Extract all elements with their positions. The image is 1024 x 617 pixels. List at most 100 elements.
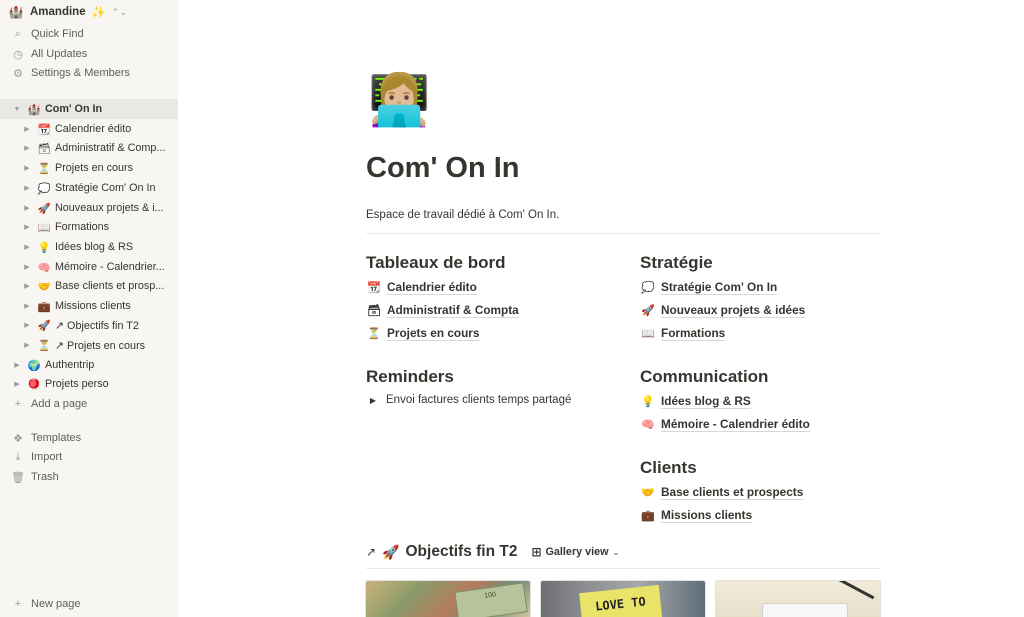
gallery-card[interactable] [715,580,881,617]
page-description[interactable]: Espace de travail dédié à Com' On In. [366,209,559,221]
chevron-right-icon[interactable]: ▶ [22,321,32,329]
plus-icon: + [14,598,22,610]
chevron-right-icon[interactable]: ▶ [22,341,32,349]
banknote-image: 100 [454,582,528,617]
calendar-icon: 📆 [367,282,381,294]
link-nouveaux-projets[interactable]: 🚀 Nouveaux projets & idées [640,299,890,322]
sidebar-item-label: Formations [55,221,110,233]
view-switcher[interactable]: ⊞ Gallery view ⌄ [531,545,619,559]
page-emoji-icon: 🗃 [37,142,51,155]
chevron-right-icon[interactable]: ▶ [22,263,32,271]
page-emoji-icon: 🧠 [37,261,51,274]
sidebar-item[interactable]: ▶ 🚀 ↗ Objectifs fin T2 [0,315,178,335]
handshake-icon: 🤝 [641,487,655,499]
sidebar-item[interactable]: ▶ ⏳ Projets en cours [0,158,178,178]
sidebar-item-label: Projets en cours [55,162,134,174]
new-page-button[interactable]: + New page [0,594,178,614]
link-label: Projets en cours [387,326,480,341]
import-item[interactable]: ⤓ Import [0,447,178,467]
sidebar-item[interactable]: ▶ ⏳ ↗ Projets en cours [0,335,178,355]
sidebar-item[interactable]: ▶ 📖 Formations [0,217,178,237]
linked-database-header: ↗ 🚀 Objectifs fin T2 ⊞ Gallery view ⌄ [366,540,619,564]
chevron-down-icon[interactable]: ▼ [12,106,22,113]
toggle-label: Envoi factures clients temps partagé [386,394,572,406]
all-updates-label: All Updates [31,48,88,60]
lightbulb-icon: 💡 [641,396,655,408]
all-updates-item[interactable]: ◷ All Updates [0,44,178,64]
trash-icon: 🗑 [11,471,25,484]
add-page-item[interactable]: + Add a page [0,394,178,414]
chevron-right-icon[interactable]: ▶ [22,302,32,310]
sparkle-icon: ✨ [91,7,106,19]
sidebar-item-label: Calendrier édito [55,123,132,135]
chevron-right-icon[interactable]: ▶ [22,144,32,152]
chevron-right-icon[interactable]: ▶ [12,380,22,388]
link-base-clients[interactable]: 🤝 Base clients et prospects [640,481,890,504]
brain-icon: 🧠 [641,419,655,431]
chevron-right-icon[interactable]: ▶ [22,164,32,172]
toggle-envoi-factures[interactable]: ▶ Envoi factures clients temps partagé [366,390,616,410]
import-label: Import [31,451,63,463]
page-emoji-icon: 🚀 [37,319,51,332]
chevron-right-icon[interactable]: ▶ [22,204,32,212]
rocket-icon: 🚀 [382,543,400,560]
sidebar-item[interactable]: ▶ 🚀 Nouveaux projets & i... [0,198,178,218]
chevron-right-icon[interactable]: ▶ [22,223,32,231]
page-emoji-icon: 🪀 [27,378,41,391]
divider [366,568,880,569]
sidebar-item[interactable]: ▶ 🌍 Authentrip [0,355,178,375]
settings-item[interactable]: ⚙ Settings & Members [0,63,178,83]
link-formations[interactable]: 📖 Formations [640,322,890,345]
sidebar-item-label: Stratégie Com' On In [55,182,156,194]
chevron-right-icon[interactable]: ▶ [22,243,32,251]
trash-item[interactable]: 🗑 Trash [0,467,178,487]
gallery-card[interactable]: LOVE TO [540,580,706,617]
toggle-triangle-icon[interactable]: ▶ [366,396,380,405]
gallery-card[interactable]: 100 [365,580,531,617]
sidebar-item[interactable]: ▶ 🧠 Mémoire - Calendrier... [0,257,178,277]
page-icon[interactable]: 👩🏼‍💻 [368,70,430,130]
search-icon: ⌕ [14,27,22,40]
page-emoji-icon: 💡 [37,241,51,254]
sidebar-item-label: Administratif & Comp... [55,142,166,154]
templates-item[interactable]: ❖ Templates [0,428,178,448]
link-strategie-com-on-in[interactable]: 💭 Stratégie Com' On In [640,276,890,299]
sidebar-item[interactable]: ▶ 💼 Missions clients [0,296,178,316]
sidebar-item[interactable]: ▼ 🏰 Com' On In [0,99,178,119]
link-memoire-calendrier[interactable]: 🧠 Mémoire - Calendrier édito [640,413,890,436]
link-label: Calendrier édito [387,280,477,295]
link-administratif-compta[interactable]: 🗃 Administratif & Compta [366,299,616,322]
link-idees-blog[interactable]: 💡 Idées blog & RS [640,390,890,413]
hourglass-icon: ⏳ [367,328,381,340]
clients-heading: Clients [640,458,697,477]
database-title[interactable]: Objectifs fin T2 [406,543,518,561]
sidebar-item[interactable]: ▶ 💡 Idées blog & RS [0,237,178,257]
sidebar-item[interactable]: ▶ 🗃 Administratif & Comp... [0,138,178,158]
sidebar-item[interactable]: ▶ 📆 Calendrier édito [0,119,178,139]
page-title[interactable]: Com' On In [366,152,520,185]
link-label: Missions clients [661,508,753,523]
link-label: Stratégie Com' On In [661,280,778,295]
workspace-icon: 🏰 [8,5,24,19]
sidebar-item[interactable]: ▶ 🤝 Base clients et prosp... [0,276,178,296]
chevron-right-icon[interactable]: ▶ [22,184,32,192]
sidebar-item-label: Com' On In [45,103,103,115]
link-missions-clients[interactable]: 💼 Missions clients [640,504,890,527]
link-arrow-icon: ↗ [366,545,377,559]
chevron-updown-icon: ⌃⌄ [111,6,128,17]
templates-icon: ❖ [13,432,23,445]
chevron-right-icon[interactable]: ▶ [22,282,32,290]
sidebar-item[interactable]: ▶ 💭 Stratégie Com' On In [0,178,178,198]
workspace-switcher[interactable]: 🏰 Amandine ✨ ⌃⌄ [8,2,128,22]
page-emoji-icon: 🚀 [37,202,51,215]
page-emoji-icon: 🏰 [27,103,41,116]
divider [366,233,880,234]
link-calendrier-edito[interactable]: 📆 Calendrier édito [366,276,616,299]
gallery-icon: ⊞ [531,545,542,559]
sidebar-item[interactable]: ▶ 🪀 Projets perso [0,374,178,394]
chevron-right-icon[interactable]: ▶ [22,125,32,133]
import-icon: ⤓ [15,450,21,463]
link-projets-en-cours[interactable]: ⏳ Projets en cours [366,322,616,345]
chevron-right-icon[interactable]: ▶ [12,361,22,369]
quick-find-item[interactable]: ⌕ Quick Find [0,24,178,44]
